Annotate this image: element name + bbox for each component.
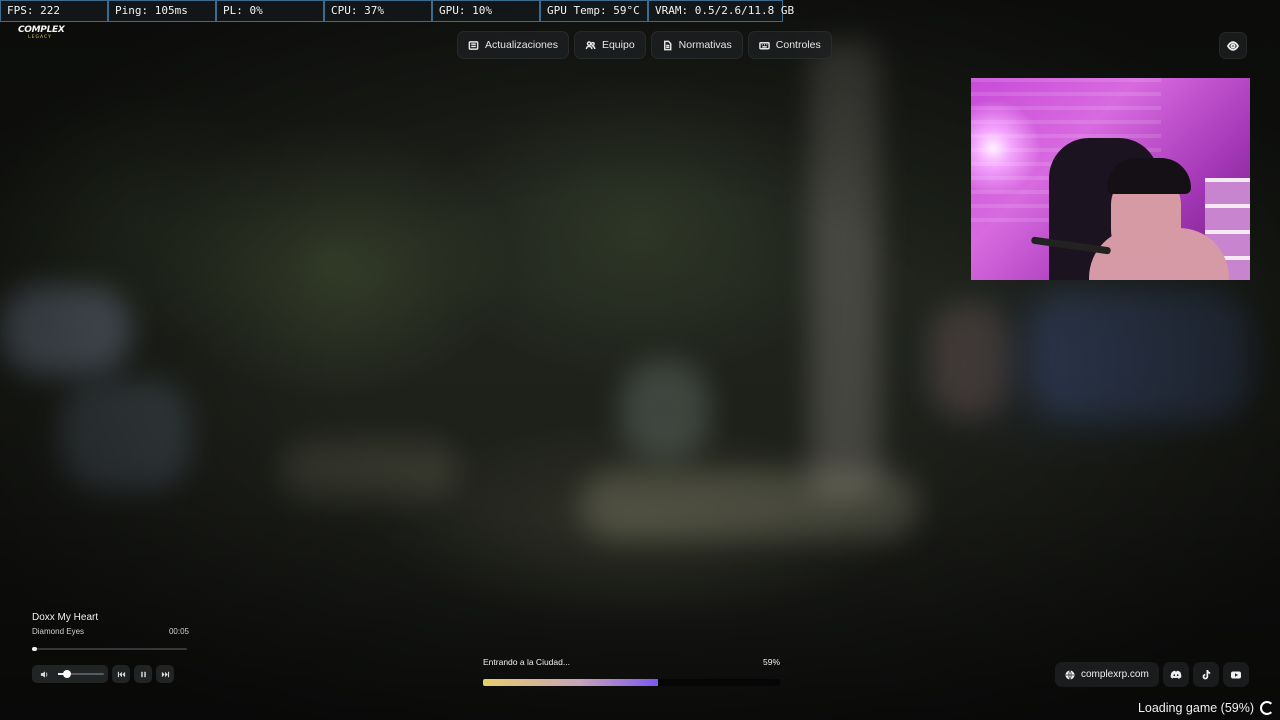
pause-icon — [140, 671, 146, 677]
logo-title: COMPLEX — [18, 25, 65, 35]
packet-loss-stat: PL: 0% — [216, 0, 324, 22]
nav-normativas-button[interactable]: Normativas — [650, 31, 743, 59]
loading-progress-bar — [483, 679, 780, 686]
speaker-icon — [40, 670, 47, 678]
volume-button[interactable] — [36, 665, 52, 683]
volume-knob[interactable] — [63, 670, 72, 678]
previous-icon — [117, 671, 125, 677]
nav-equipo-button[interactable]: Equipo — [573, 31, 646, 59]
gpu-stat: GPU: 10% — [432, 0, 540, 22]
loading-percent: 59% — [762, 657, 780, 667]
pause-button[interactable] — [134, 665, 152, 683]
users-icon — [585, 40, 596, 49]
track-time: 00:05 — [168, 627, 189, 636]
track-artist: Diamond Eyes — [32, 627, 85, 636]
youtube-icon — [1230, 671, 1241, 678]
next-track-button[interactable] — [156, 665, 174, 683]
discord-icon — [1170, 670, 1182, 679]
eye-icon — [1227, 40, 1239, 51]
nav-actualizaciones-button[interactable]: Actualizaciones — [457, 31, 569, 59]
city-loading: Entrando a la Ciudad... 59% — [483, 657, 780, 686]
logo-subtitle: LEGACY — [28, 35, 52, 40]
loading-label: Entrando a la Ciudad... — [483, 657, 570, 667]
nav-controles-button[interactable]: Controles — [747, 31, 832, 59]
globe-icon — [1065, 669, 1075, 680]
next-icon — [161, 671, 169, 677]
tiktok-icon — [1202, 669, 1211, 679]
vram-stat: VRAM: 0.5/2.6/11.8 GB — [648, 0, 794, 22]
gpu-temp-stat: GPU Temp: 59°C — [540, 0, 648, 22]
server-logo: COMPLEX LEGACY — [18, 25, 65, 41]
website-label: complexrp.com — [1081, 669, 1149, 680]
youtube-button[interactable] — [1222, 662, 1249, 687]
loading-game-text: Loading game (59%) — [1137, 701, 1254, 715]
ping-stat: Ping: 105ms — [108, 0, 216, 22]
nav-label: Actualizaciones — [485, 39, 558, 51]
nav-label: Equipo — [601, 39, 635, 51]
nav-label: Controles — [775, 39, 821, 51]
performance-stats-bar: FPS: 222 Ping: 105ms PL: 0% CPU: 37% GPU… — [0, 0, 794, 22]
social-links: complexrp.com — [1055, 662, 1249, 687]
tiktok-button[interactable] — [1192, 662, 1219, 687]
spinner-icon — [1260, 701, 1274, 715]
newspaper-icon — [468, 40, 479, 50]
track-title: Doxx My Heart — [32, 612, 99, 623]
website-link[interactable]: complexrp.com — [1055, 662, 1159, 687]
toggle-visibility-button[interactable] — [1219, 32, 1247, 59]
seek-bar[interactable] — [32, 647, 187, 651]
cpu-stat: CPU: 37% — [324, 0, 432, 22]
document-icon — [663, 40, 672, 50]
keyboard-icon — [758, 41, 770, 49]
volume-control — [32, 665, 108, 683]
discord-button[interactable] — [1162, 662, 1189, 687]
nav-label: Normativas — [678, 39, 732, 51]
loading-progress-fill — [483, 679, 659, 686]
previous-track-button[interactable] — [112, 665, 130, 683]
volume-slider[interactable] — [58, 670, 104, 678]
loading-game-status: Loading game (59%) — [1131, 696, 1280, 720]
top-nav: Actualizaciones Equipo Normativas Contro… — [457, 31, 832, 59]
fps-stat: FPS: 222 — [0, 0, 108, 22]
music-player: Doxx My Heart Diamond Eyes 00:05 — [32, 612, 189, 683]
webcam-overlay — [971, 78, 1250, 280]
